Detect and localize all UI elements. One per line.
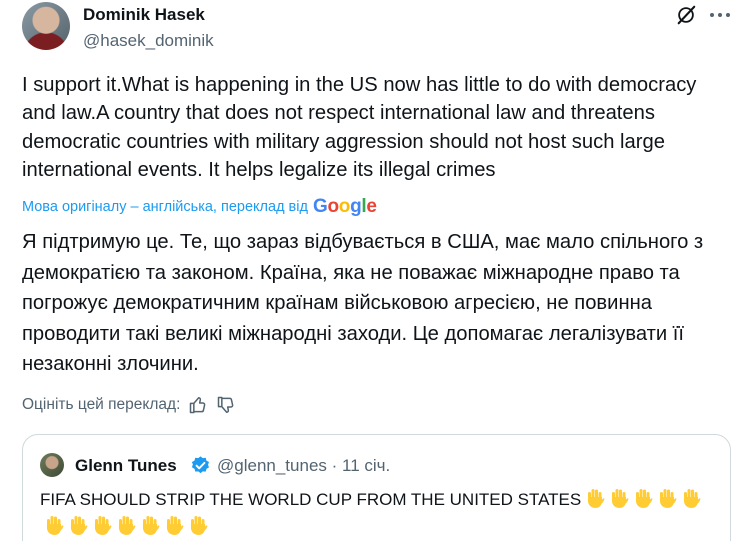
raised-hand-emoji [612,489,629,508]
raised-hand-emoji [636,489,653,508]
original-text: I support it.What is happening in the US… [22,74,697,181]
thumbs-down-icon[interactable] [216,395,236,415]
raised-hand-emoji [190,516,208,535]
raised-hand-emoji [118,516,136,535]
quoted-author-avatar [40,453,64,477]
raised-hand-emoji [94,516,112,535]
rate-translation: Оцініть цей переклад: [22,395,236,415]
raised-hand-emoji [660,489,677,508]
grok-icon[interactable] [675,4,697,26]
author-avatar[interactable] [22,2,70,50]
raised-hand-emoji [70,516,88,535]
quoted-tweet[interactable]: Glenn Tunes @glenn_tunes · 11 січ. FIFA … [22,434,731,541]
author-handle[interactable]: @hasek_dominik [83,31,214,51]
quoted-text: FIFA SHOULD STRIP THE WORLD CUP FROM THE… [40,486,720,540]
verified-badge-icon [191,456,209,474]
rate-label: Оцініть цей переклад: [22,396,181,413]
quoted-text-content: FIFA SHOULD STRIP THE WORLD CUP FROM THE… [40,490,582,509]
quoted-author-name: Glenn Tunes [75,456,177,475]
thumbs-up-icon[interactable] [188,395,208,415]
google-logo: Google [312,196,377,217]
raised-hand-emoji [684,489,701,508]
author-name[interactable]: Dominik Hasek [83,5,205,25]
quoted-handle-time: @glenn_tunes · 11 січ. [217,456,391,475]
raised-hand-emoji [588,489,605,508]
raised-hand-emoji [142,516,160,535]
translation-note-text: Мова оригіналу – англійська, переклад ві… [22,199,308,215]
translated-text: Я підтримую це. Те, що зараз відбуваєтьс… [22,231,704,375]
raised-hand-emoji [46,516,64,535]
translation-attribution[interactable]: Мова оригіналу – англійська, переклад ві… [22,196,377,218]
more-icon[interactable] [708,4,732,26]
raised-hand-emoji [166,516,184,535]
